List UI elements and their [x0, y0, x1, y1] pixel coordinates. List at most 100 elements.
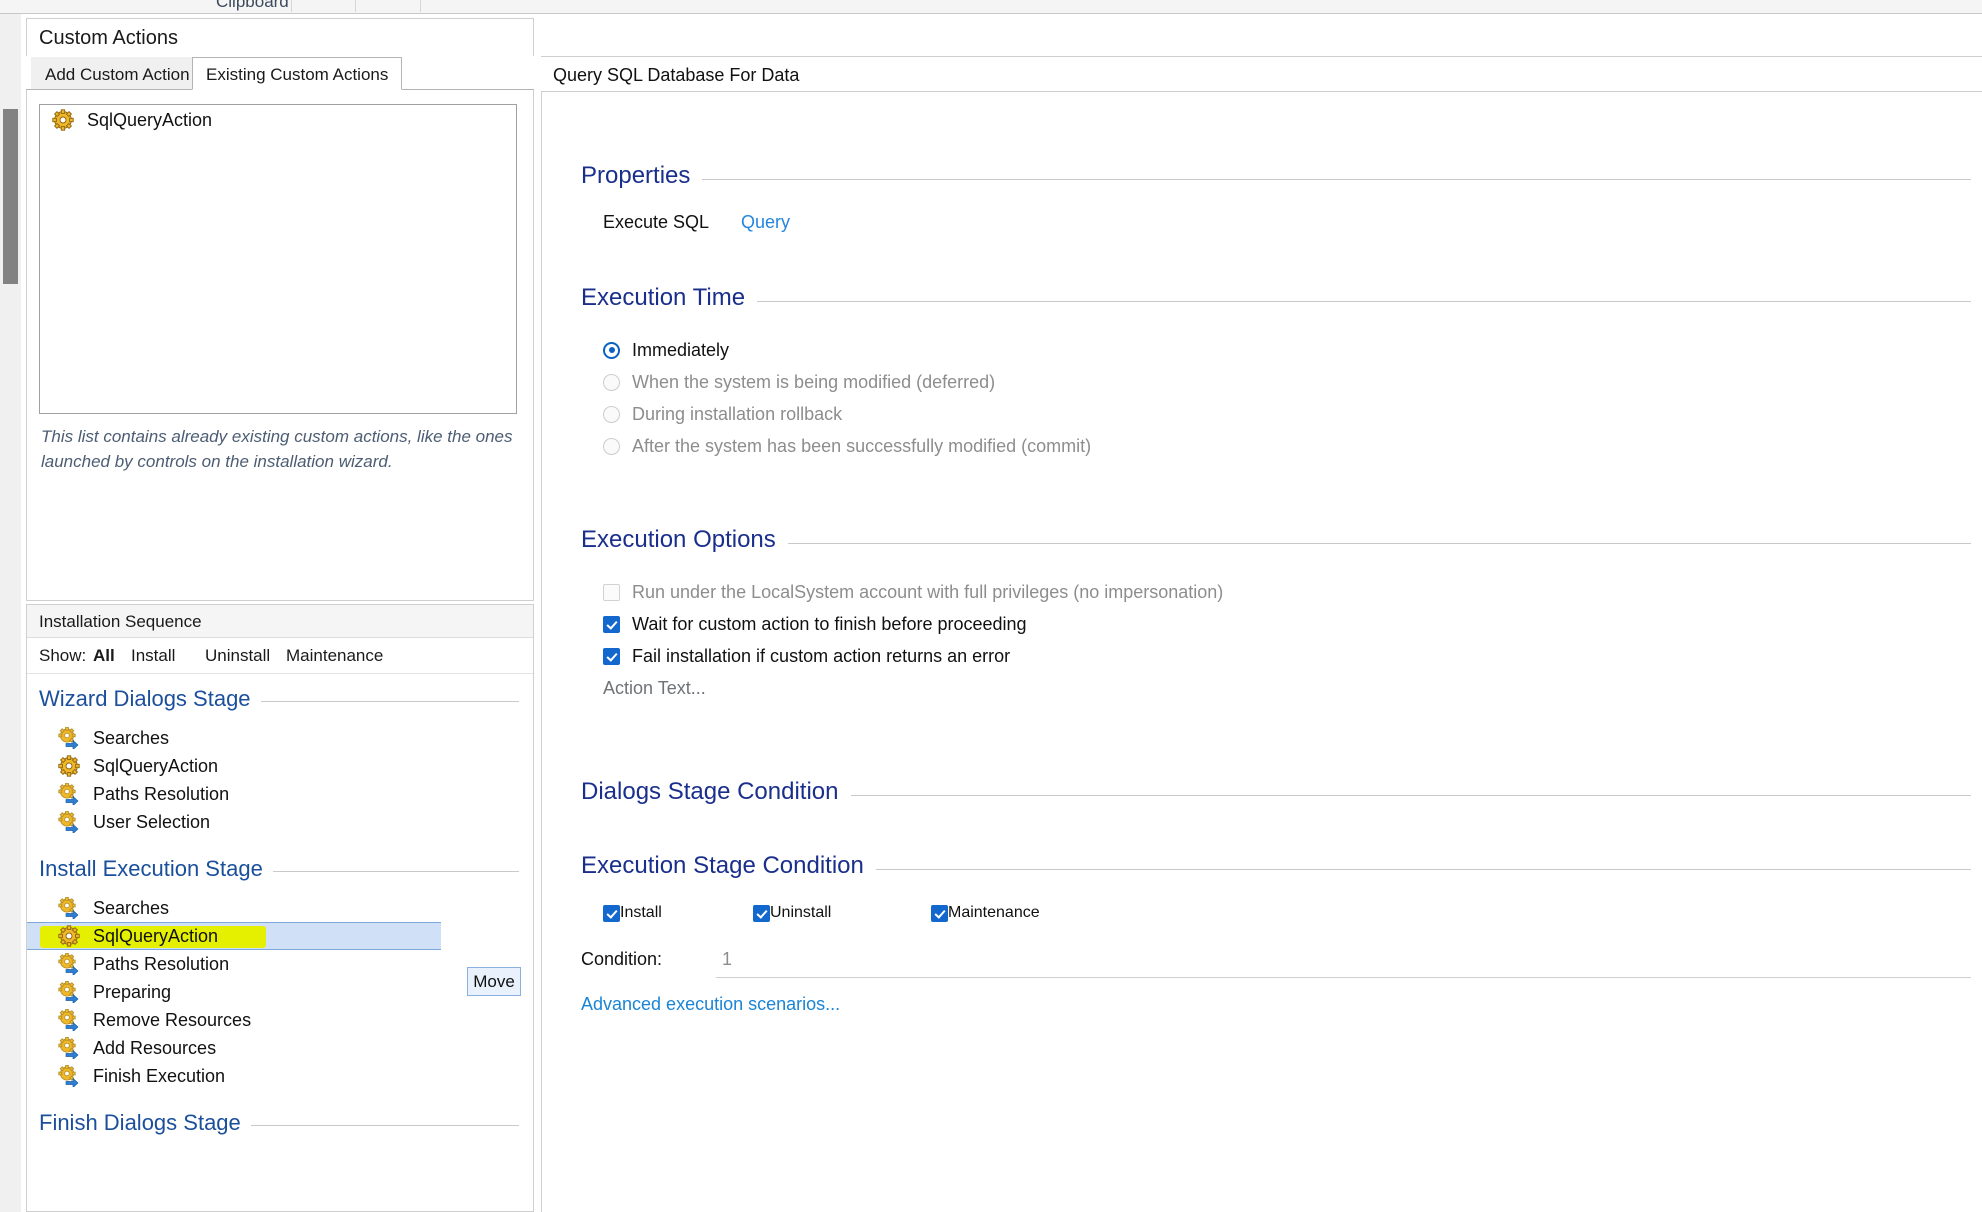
sequence-item-sqlqueryaction-selected[interactable]: SqlQueryAction: [27, 922, 441, 950]
gear-arrow-icon: [58, 981, 80, 1003]
checkbox-icon-checked[interactable]: [603, 615, 620, 633]
sequence-item-paths-resolution-wizard[interactable]: Paths Resolution: [27, 780, 533, 808]
radio-icon-selected[interactable]: [603, 341, 620, 359]
radio-label: When the system is being modified (defer…: [632, 371, 996, 392]
section-title: Execution Time: [581, 284, 758, 312]
existing-actions-list[interactable]: SqlQueryAction: [39, 104, 517, 414]
custom-actions-tabstrip: Add Custom Action Existing Custom Action…: [26, 57, 534, 90]
checkbox-maintenance[interactable]: Maintenance: [931, 904, 1040, 922]
checkbox-label: Wait for custom action to finish before …: [632, 613, 1027, 634]
gear-arrow-icon: [58, 1009, 80, 1031]
gear-arrow-icon: [58, 783, 80, 805]
show-label: Show:: [39, 646, 87, 665]
radio-rollback[interactable]: During installation rollback: [581, 398, 1971, 430]
radio-icon[interactable]: [603, 437, 620, 455]
radio-label: Immediately: [632, 339, 730, 360]
checkbox-icon[interactable]: [603, 583, 620, 601]
filter-maintenance[interactable]: Maintenance: [286, 646, 383, 666]
checkbox-install[interactable]: Install: [603, 904, 662, 922]
move-button[interactable]: Move: [467, 967, 521, 996]
sequence-item-remove-resources[interactable]: Remove Resources: [27, 1006, 533, 1034]
sequence-item-sqlqueryaction-wizard[interactable]: SqlQueryAction: [27, 752, 533, 780]
action-text-label: Action Text...: [603, 677, 706, 698]
radio-icon[interactable]: [603, 373, 620, 391]
sequence-item-label: Preparing: [93, 981, 172, 1002]
section-rule: [581, 179, 1971, 180]
sequence-item-label: SqlQueryAction: [93, 755, 219, 776]
tab-existing-custom-actions[interactable]: Existing Custom Actions: [192, 57, 403, 90]
sequence-item-searches-2[interactable]: Searches: [27, 894, 533, 922]
checkbox-icon-checked[interactable]: [753, 904, 770, 922]
sequence-item-label: Searches: [93, 727, 170, 748]
section-rule: [581, 301, 1971, 302]
checkbox-icon-checked[interactable]: [603, 647, 620, 665]
property-value-link[interactable]: Query: [741, 212, 790, 233]
checkbox-uninstall[interactable]: Uninstall: [753, 904, 831, 922]
stage-title: Finish Dialogs Stage: [39, 1110, 251, 1136]
scrollbar-thumb[interactable]: [3, 109, 18, 284]
gear-icon: [58, 925, 80, 947]
custom-actions-window: Clipboard Custom Actions Add Custom Acti…: [0, 0, 1982, 1212]
ribbon-separator: [291, 0, 292, 12]
radio-deferred[interactable]: When the system is being modified (defer…: [581, 366, 1971, 398]
condition-input[interactable]: 1: [716, 944, 1971, 978]
action-title-bar: Query SQL Database For Data: [541, 56, 1982, 92]
sequence-item-searches-1[interactable]: Searches: [27, 724, 533, 752]
properties-section-header: Properties: [581, 162, 1971, 198]
sequence-item-paths-resolution-install[interactable]: Paths Resolution: [27, 950, 533, 978]
tab-existing-custom-actions-label: Existing Custom Actions: [206, 65, 389, 84]
sequence-item-user-selection[interactable]: User Selection: [27, 808, 533, 836]
tab-add-custom-action-label: Add Custom Action: [45, 65, 190, 84]
sequence-item-preparing[interactable]: Preparing: [27, 978, 533, 1006]
tab-add-custom-action[interactable]: Add Custom Action: [31, 57, 204, 90]
gear-icon: [52, 109, 74, 131]
execution-stage-condition-header: Execution Stage Condition: [581, 852, 1971, 888]
list-item[interactable]: SqlQueryAction: [40, 105, 516, 135]
gear-icon: [58, 755, 80, 777]
filter-install[interactable]: Install: [131, 646, 175, 666]
section-title: Execution Options: [581, 526, 788, 554]
condition-row: Condition: 1: [581, 944, 1971, 984]
checkbox-icon-checked[interactable]: [931, 904, 948, 922]
execution-stage-condition-section: Execution Stage Condition Install Uninst…: [581, 852, 1971, 1015]
checkbox-localsystem[interactable]: Run under the LocalSystem account with f…: [581, 576, 1971, 608]
checkbox-label: Run under the LocalSystem account with f…: [632, 581, 1224, 602]
sequence-item-label: Paths Resolution: [93, 783, 230, 804]
section-title: Properties: [581, 162, 703, 190]
sequence-filter-row: Show: All Install Uninstall Maintenance: [27, 638, 533, 674]
filter-all[interactable]: All: [93, 646, 115, 666]
radio-commit[interactable]: After the system has been successfully m…: [581, 430, 1971, 462]
gear-arrow-icon: [58, 811, 80, 833]
checkbox-fail-install[interactable]: Fail installation if custom action retur…: [581, 640, 1971, 672]
existing-actions-panel: SqlQueryAction This list contains alread…: [26, 90, 534, 601]
checkbox-label: Uninstall: [770, 904, 832, 921]
sequence-item-label: SqlQueryAction: [93, 925, 219, 946]
ribbon-separator: [420, 0, 421, 12]
checkbox-wait-finish[interactable]: Wait for custom action to finish before …: [581, 608, 1971, 640]
section-rule: [581, 543, 1971, 544]
installation-sequence-title: Installation Sequence: [39, 612, 202, 631]
dialogs-stage-condition-header: Dialogs Stage Condition: [581, 778, 1971, 814]
action-text-field[interactable]: Action Text...: [581, 672, 1971, 704]
stage-header-finish-dialogs: Finish Dialogs Stage: [27, 1104, 533, 1148]
sequence-item-add-resources[interactable]: Add Resources: [27, 1034, 533, 1062]
panel-splitter[interactable]: [541, 56, 542, 1212]
sequence-item-finish-execution[interactable]: Finish Execution: [27, 1062, 533, 1090]
radio-icon[interactable]: [603, 405, 620, 423]
stage-header-install-execution: Install Execution Stage: [27, 850, 533, 894]
filter-uninstall[interactable]: Uninstall: [205, 646, 270, 666]
stage-title: Install Execution Stage: [39, 856, 273, 882]
sequence-list[interactable]: Wizard Dialogs Stage Searches SqlQueryAc…: [27, 674, 533, 1211]
properties-section: Properties Execute SQL Query: [581, 162, 1971, 242]
condition-label: Condition:: [581, 949, 663, 969]
sequence-item-label: Finish Execution: [93, 1065, 226, 1086]
section-title: Execution Stage Condition: [581, 852, 876, 880]
radio-label: During installation rollback: [632, 403, 843, 424]
sequence-item-label: Remove Resources: [93, 1009, 252, 1030]
advanced-execution-scenarios-link[interactable]: Advanced execution scenarios...: [581, 994, 840, 1014]
checkbox-icon-checked[interactable]: [603, 904, 620, 922]
window-vertical-scrollbar[interactable]: [0, 14, 21, 1212]
radio-immediately[interactable]: Immediately: [581, 334, 1971, 366]
ribbon-strip: Clipboard: [0, 0, 1982, 14]
checkbox-label: Fail installation if custom action retur…: [632, 645, 1011, 666]
